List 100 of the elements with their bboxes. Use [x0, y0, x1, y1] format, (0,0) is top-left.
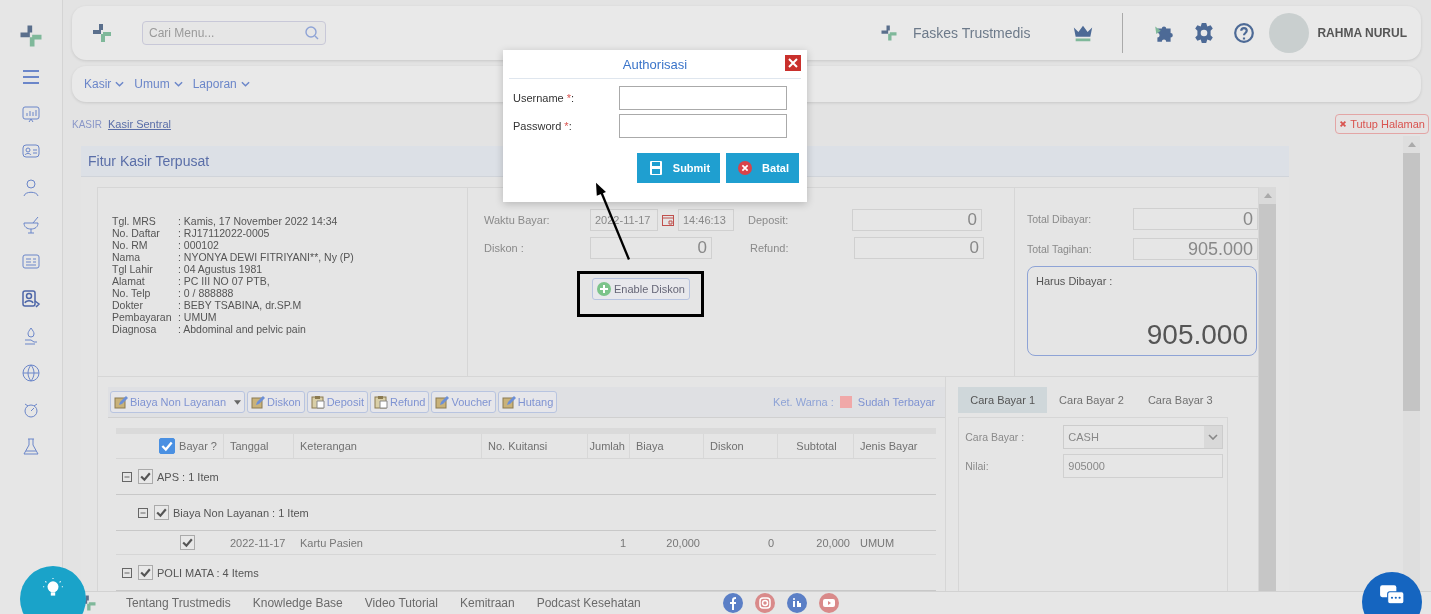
toolbar-button[interactable]: Refund [369, 391, 430, 413]
select-all-checkbox[interactable] [159, 438, 176, 454]
save-icon [648, 161, 663, 175]
toolbar-button[interactable]: Diskon [247, 391, 305, 413]
deposit-field[interactable]: 0 [852, 209, 982, 231]
chevron-down-icon [240, 81, 250, 87]
field-label: Waktu Bayar: [484, 214, 551, 226]
checkbox[interactable] [179, 535, 195, 550]
menu-icon[interactable] [21, 67, 41, 87]
input-field[interactable] [619, 114, 787, 138]
field-label: Password *: [513, 120, 573, 132]
checkbox[interactable] [138, 469, 153, 484]
amount-due-value: 905.000 [1145, 319, 1248, 351]
checkbox[interactable] [154, 505, 169, 520]
group-label: POLI MATA : 4 Items [157, 566, 259, 579]
card-icon[interactable] [21, 252, 41, 272]
table-cell: 1 [619, 536, 626, 549]
menu-item[interactable]: Kasir [82, 77, 127, 91]
column-header[interactable]: Biaya [636, 440, 664, 452]
youtube-icon[interactable] [818, 593, 839, 613]
scroll-up-icon[interactable] [1263, 193, 1272, 198]
breadcrumb-link[interactable]: Kasir Sentral [108, 118, 171, 130]
enable-discount-button[interactable]: Enable Diskon [592, 278, 690, 300]
tree-toggle[interactable] [138, 507, 148, 518]
column-header[interactable]: No. Kuitansi [488, 440, 548, 452]
patient-label: Dokter [112, 299, 144, 311]
patient-label: Tgl Lahir [112, 263, 154, 275]
dialog-button[interactable]: Batal [726, 153, 799, 183]
input-field[interactable] [619, 86, 787, 110]
payment-tab[interactable]: Cara Bayar 1 [958, 387, 1048, 413]
calendar-icon[interactable] [661, 213, 675, 227]
chart-board-icon[interactable] [21, 104, 41, 124]
patient-label: No. RM [112, 239, 149, 251]
column-header[interactable]: Jumlah [589, 440, 625, 452]
toolbar-button[interactable]: Biaya Non Layanan [110, 391, 245, 413]
checkbox[interactable] [138, 565, 153, 580]
column-header[interactable]: Diskon [710, 440, 744, 452]
user-icon[interactable] [21, 178, 41, 198]
linkedin-icon[interactable] [786, 593, 807, 613]
column-header[interactable]: Bayar ? [179, 440, 217, 452]
scrollbar[interactable] [1403, 136, 1420, 591]
user-name[interactable]: RAHMA NURUL [1317, 26, 1407, 40]
tree-toggle[interactable] [122, 567, 132, 578]
refund-field[interactable]: 0 [854, 237, 984, 259]
column-header[interactable]: Keterangan [300, 440, 357, 452]
field-label: Cara Bayar : [965, 431, 1026, 443]
crown-icon[interactable] [1072, 23, 1095, 43]
table-cell: UMUM [860, 536, 895, 549]
user-card-icon[interactable] [21, 289, 41, 309]
patient-value: : UMUM [178, 311, 218, 323]
discount-field[interactable]: 0 [590, 237, 712, 259]
patient-label: Alamat [112, 275, 146, 287]
scrollbar-thumb[interactable] [1403, 153, 1420, 411]
edit-icon [114, 395, 128, 409]
table-cell: 2022-11-17 [230, 536, 286, 549]
scroll-up-icon[interactable] [1407, 142, 1416, 147]
toolbar-button[interactable]: Deposit [306, 391, 368, 413]
payment-tab[interactable]: Cara Bayar 3 [1135, 387, 1225, 413]
facebook-icon[interactable] [722, 593, 743, 613]
patient-value: : 0 / 888888 [178, 287, 235, 299]
chat-button[interactable] [1362, 572, 1422, 614]
footer-link[interactable]: Tentang Trustmedis [126, 596, 231, 610]
settings-icon[interactable] [1193, 22, 1216, 44]
table-cell: 0 [767, 536, 774, 549]
caret-icon [234, 399, 241, 405]
patient-value: : Kamis, 17 November 2022 14:34 [178, 215, 339, 227]
legend-text: Sudah Terbayar [857, 396, 936, 408]
footer-link[interactable]: Video Tutorial [364, 596, 438, 610]
close-icon[interactable] [785, 55, 801, 71]
amount-field[interactable]: 905000 [1063, 454, 1224, 478]
instagram-icon[interactable] [754, 593, 775, 613]
footer-link[interactable]: Kemitraan [459, 596, 515, 610]
column-header[interactable]: Tanggal [230, 440, 269, 452]
id-card-icon[interactable] [21, 141, 41, 161]
payment-method-select[interactable]: CASH [1063, 425, 1224, 449]
time-field[interactable]: 14:46:13 [678, 209, 734, 231]
menu-item[interactable]: Umum [132, 77, 185, 91]
payment-tab[interactable]: Cara Bayar 2 [1047, 387, 1136, 413]
field-label: Username *: [513, 92, 576, 104]
menu-item[interactable]: Laporan [190, 77, 252, 91]
field-label: Total Dibayar: [1027, 213, 1093, 225]
column-header[interactable]: Jenis Bayar [860, 440, 918, 452]
dialog-button[interactable]: Submit [636, 153, 721, 183]
search-icon [304, 25, 320, 41]
flask-icon[interactable] [21, 437, 41, 457]
toolbar-button[interactable]: Hutang [497, 391, 558, 413]
group-label: APS : 1 Item [157, 470, 219, 483]
globe-icon[interactable] [21, 363, 41, 383]
toolbar-button[interactable]: Voucher [431, 391, 496, 413]
field-label: Refund: [750, 242, 790, 254]
footer-link[interactable]: Podcast Kesehatan [536, 596, 641, 610]
help-icon[interactable] [1233, 22, 1256, 44]
tree-toggle[interactable] [122, 471, 132, 482]
close-page-button[interactable]: Tutup Halaman [1335, 114, 1429, 134]
chevron-down-icon [115, 81, 125, 87]
mortar-icon[interactable] [21, 215, 41, 235]
footer-link[interactable]: Knowledge Base [252, 596, 343, 610]
field-label: Diskon : [484, 242, 525, 254]
search-field[interactable]: Cari Menu... [142, 21, 326, 45]
column-header[interactable]: Subtotal [796, 440, 837, 452]
